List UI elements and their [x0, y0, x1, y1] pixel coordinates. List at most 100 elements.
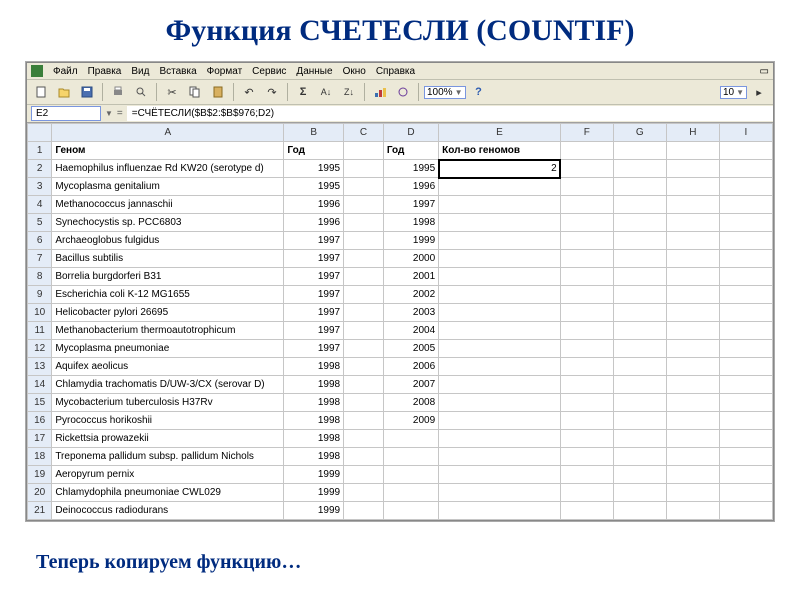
name-box[interactable]: E2 — [31, 106, 101, 121]
copy-icon[interactable] — [185, 82, 205, 102]
cell[interactable] — [560, 286, 613, 304]
cell[interactable] — [344, 412, 384, 430]
cell[interactable] — [560, 430, 613, 448]
cell[interactable] — [666, 466, 719, 484]
cell[interactable]: 2003 — [383, 304, 438, 322]
menu-help[interactable]: Справка — [376, 66, 415, 77]
cell[interactable] — [439, 412, 561, 430]
cell[interactable] — [666, 484, 719, 502]
cell[interactable] — [613, 160, 666, 178]
row-header[interactable]: 3 — [28, 178, 52, 196]
cell[interactable]: Aeropyrum pernix — [52, 466, 284, 484]
cell[interactable] — [666, 430, 719, 448]
cell[interactable] — [344, 430, 384, 448]
cell[interactable]: 2001 — [383, 268, 438, 286]
help-icon[interactable]: ? — [469, 82, 489, 102]
cell[interactable] — [613, 466, 666, 484]
cell[interactable] — [666, 196, 719, 214]
cell[interactable] — [719, 196, 772, 214]
cell[interactable]: 2004 — [383, 322, 438, 340]
cell[interactable] — [560, 376, 613, 394]
cell[interactable] — [613, 412, 666, 430]
cell[interactable]: Archaeoglobus fulgidus — [52, 232, 284, 250]
cell[interactable] — [439, 214, 561, 232]
cell[interactable] — [719, 160, 772, 178]
cell[interactable] — [439, 448, 561, 466]
menu-window[interactable]: Окно — [343, 66, 366, 77]
row-header[interactable]: 12 — [28, 340, 52, 358]
cell[interactable] — [613, 286, 666, 304]
cell[interactable] — [439, 340, 561, 358]
menu-file[interactable]: Файл — [53, 66, 78, 77]
zoom-select[interactable]: 100%▼ — [424, 86, 466, 99]
cell[interactable]: 1999 — [284, 502, 344, 520]
select-all-corner[interactable] — [28, 124, 52, 142]
column-header[interactable]: F — [560, 124, 613, 142]
menu-format[interactable]: Формат — [207, 66, 243, 77]
cell[interactable]: Pyrococcus horikoshii — [52, 412, 284, 430]
cell[interactable] — [344, 250, 384, 268]
row-header[interactable]: 7 — [28, 250, 52, 268]
cell[interactable] — [719, 430, 772, 448]
row-header[interactable]: 16 — [28, 412, 52, 430]
row-header[interactable]: 2 — [28, 160, 52, 178]
cell[interactable]: 1999 — [284, 484, 344, 502]
cell[interactable]: 1998 — [284, 412, 344, 430]
new-file-icon[interactable] — [31, 82, 51, 102]
cell[interactable] — [439, 268, 561, 286]
cell[interactable]: 2002 — [383, 286, 438, 304]
cell[interactable] — [613, 214, 666, 232]
cell[interactable]: Methanococcus jannaschii — [52, 196, 284, 214]
column-header[interactable]: H — [666, 124, 719, 142]
row-header[interactable]: 4 — [28, 196, 52, 214]
cell[interactable]: 1996 — [284, 196, 344, 214]
cell[interactable] — [719, 340, 772, 358]
cell[interactable] — [666, 358, 719, 376]
cell[interactable] — [719, 232, 772, 250]
cell[interactable] — [719, 214, 772, 232]
cell[interactable]: 1997 — [383, 196, 438, 214]
cell[interactable] — [383, 502, 438, 520]
cell[interactable] — [344, 466, 384, 484]
cell[interactable] — [344, 232, 384, 250]
cell[interactable] — [719, 502, 772, 520]
cell[interactable]: Кол-во геномов — [439, 142, 561, 160]
cell[interactable]: Rickettsia prowazekii — [52, 430, 284, 448]
cell[interactable]: 1998 — [284, 358, 344, 376]
row-header[interactable]: 10 — [28, 304, 52, 322]
cell[interactable] — [439, 304, 561, 322]
row-header[interactable]: 9 — [28, 286, 52, 304]
column-header[interactable]: B — [284, 124, 344, 142]
cell[interactable] — [666, 412, 719, 430]
cell[interactable] — [344, 358, 384, 376]
cell[interactable] — [666, 286, 719, 304]
sort-desc-icon[interactable]: Z↓ — [339, 82, 359, 102]
cell[interactable] — [613, 376, 666, 394]
cell[interactable]: Chlamydophila pneumoniae CWL029 — [52, 484, 284, 502]
cell[interactable] — [439, 430, 561, 448]
cell[interactable]: 2000 — [383, 250, 438, 268]
column-header[interactable]: D — [383, 124, 438, 142]
cell[interactable] — [560, 322, 613, 340]
open-file-icon[interactable] — [54, 82, 74, 102]
formula-input[interactable]: =СЧЁТЕСЛИ($B$2:$B$976;D2) — [127, 106, 773, 121]
cell[interactable] — [719, 286, 772, 304]
cell[interactable] — [383, 466, 438, 484]
cell[interactable] — [439, 376, 561, 394]
cell[interactable] — [560, 340, 613, 358]
cell[interactable] — [666, 160, 719, 178]
cell[interactable] — [719, 448, 772, 466]
cell[interactable]: Mycoplasma pneumoniae — [52, 340, 284, 358]
cell[interactable] — [344, 502, 384, 520]
cell[interactable] — [383, 484, 438, 502]
undo-icon[interactable]: ↶ — [239, 82, 259, 102]
cell[interactable] — [719, 484, 772, 502]
sort-asc-icon[interactable]: A↓ — [316, 82, 336, 102]
cell[interactable] — [344, 304, 384, 322]
cell[interactable] — [560, 214, 613, 232]
cell[interactable] — [344, 322, 384, 340]
cell[interactable]: 2007 — [383, 376, 438, 394]
cell[interactable] — [719, 268, 772, 286]
cell[interactable] — [666, 502, 719, 520]
cell[interactable] — [613, 394, 666, 412]
